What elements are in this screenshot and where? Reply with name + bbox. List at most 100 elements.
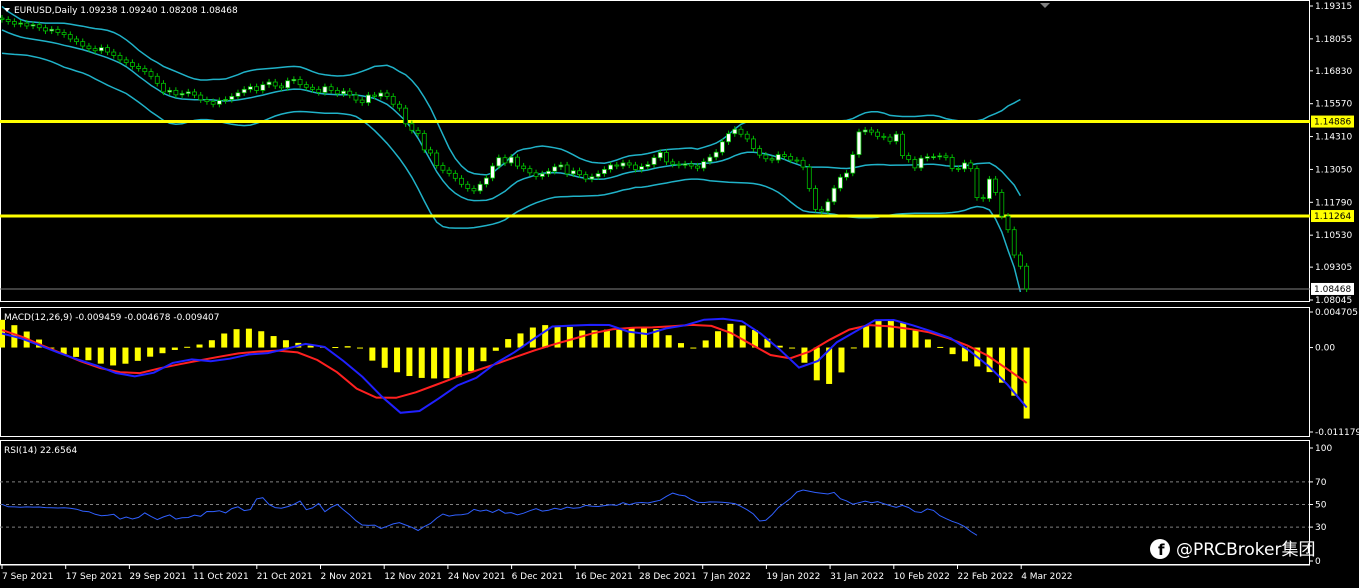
bear-candle [502,157,508,164]
macd-histogram-bar [727,323,734,348]
bear-candle [24,22,30,27]
macd-histogram-bar [813,347,820,381]
bull-candle [701,161,707,169]
bear-candle [210,101,216,105]
time-tick-label: 31 Jan 2022 [830,572,884,582]
trading-chart[interactable]: 1.14886 1.11264 1.08468 1.19315 1.18055 1.16… [0,0,1359,588]
bear-candle [1024,265,1030,290]
bull-candle [496,157,502,167]
macd-histogram-bar [850,347,857,349]
bear-candle [614,164,620,167]
bear-candle [136,65,142,69]
bull-candle [98,47,104,52]
rsi-tick-label: 70 [1315,478,1327,488]
bull-candle [589,176,595,180]
bear-candle [272,81,278,87]
level-badge-low-label: 1.11264 [1314,212,1351,222]
bear-candle [192,91,197,96]
bear-candle [968,162,974,170]
macd-tick-label: 0.004705 [1315,308,1358,318]
bull-candle [341,90,346,95]
bull-candle [931,156,936,159]
bull-candle [49,28,55,32]
bear-candle [328,86,334,91]
macd-histogram-bar [245,328,252,348]
bear-candle [86,45,92,50]
macd-histogram-bar [221,333,228,348]
macd-histogram-bar [480,347,487,362]
macd-histogram-bar [73,347,80,357]
time-tick-label: 4 Mar 2022 [1021,572,1072,582]
bear-candle [670,161,676,165]
bull-candle [285,80,291,89]
price-panel-title: EURUSD,Daily 1.09238 1.09240 1.08208 1.0… [14,6,238,16]
macd-histogram-bar [110,347,117,366]
bear-candle [688,163,694,167]
bear-candle [111,51,117,56]
bull-candle [707,156,713,163]
macd-histogram-bar [492,347,499,351]
macd-histogram-bar [431,347,438,379]
bear-candle [254,86,260,91]
bull-candle [266,81,272,86]
bull-candle [918,157,924,169]
bear-candle [347,90,353,96]
macd-histogram-bar [887,319,894,348]
macd-histogram-bar [542,325,549,348]
bull-candle [260,84,266,91]
bear-candle [583,174,589,180]
bull-candle [477,183,483,192]
bull-candle [937,155,943,158]
macd-histogram-bar [677,343,684,348]
bear-candle [390,95,396,105]
time-tick-label: 6 Dec 2021 [512,572,564,582]
bear-candle [751,138,756,149]
bear-candle [61,32,67,35]
bear-candle [794,159,800,162]
time-tick-label: 11 Oct 2021 [193,572,249,582]
bull-candle [608,164,613,170]
bear-candle [800,159,806,168]
bear-candle [763,154,769,160]
macd-histogram-bar [208,340,215,348]
macd-histogram-bar [455,347,462,378]
macd-histogram-bar [233,329,240,348]
bear-candle [695,165,700,169]
macd-histogram-bar [640,327,647,348]
macd-histogram-bar [171,347,178,350]
bull-candle [216,100,222,105]
bear-candle [43,27,48,32]
price-tick-label: 1.14310 [1315,133,1352,143]
bear-candle [906,155,912,160]
bear-candle [0,17,5,20]
bear-candle [303,84,309,88]
bear-candle [36,24,42,29]
time-tick-label: 22 Feb 2022 [958,572,1014,582]
bull-candle [185,91,191,94]
bear-candle [173,89,179,96]
macd-histogram-bar [147,347,154,357]
level-badge-high-label: 1.14886 [1314,118,1351,128]
macd-histogram-bar [616,328,623,348]
time-tick-label: 17 Sep 2021 [66,572,123,582]
macd-histogram-bar [159,347,166,354]
bear-candle [527,168,533,174]
macd-histogram-bar [715,331,722,348]
bear-candle [999,191,1005,217]
price-tick-label: 1.18055 [1315,35,1352,45]
bull-candle [291,79,297,82]
bear-candle [521,165,527,170]
bull-candle [247,86,253,90]
time-tick-label: 7 Jan 2022 [703,572,751,582]
time-tick-label: 7 Sep 2021 [2,572,53,582]
bear-candle [154,75,160,84]
macd-histogram-bar [739,325,746,348]
macd-histogram-bar [344,346,351,348]
bear-candle [869,129,874,133]
macd-histogram-bar [282,340,289,348]
price-tick-label: 1.10530 [1315,231,1352,241]
macd-histogram-bar [949,347,956,355]
bull-candle [322,86,328,93]
bull-candle [645,164,651,167]
macd-histogram-bar [566,327,573,348]
